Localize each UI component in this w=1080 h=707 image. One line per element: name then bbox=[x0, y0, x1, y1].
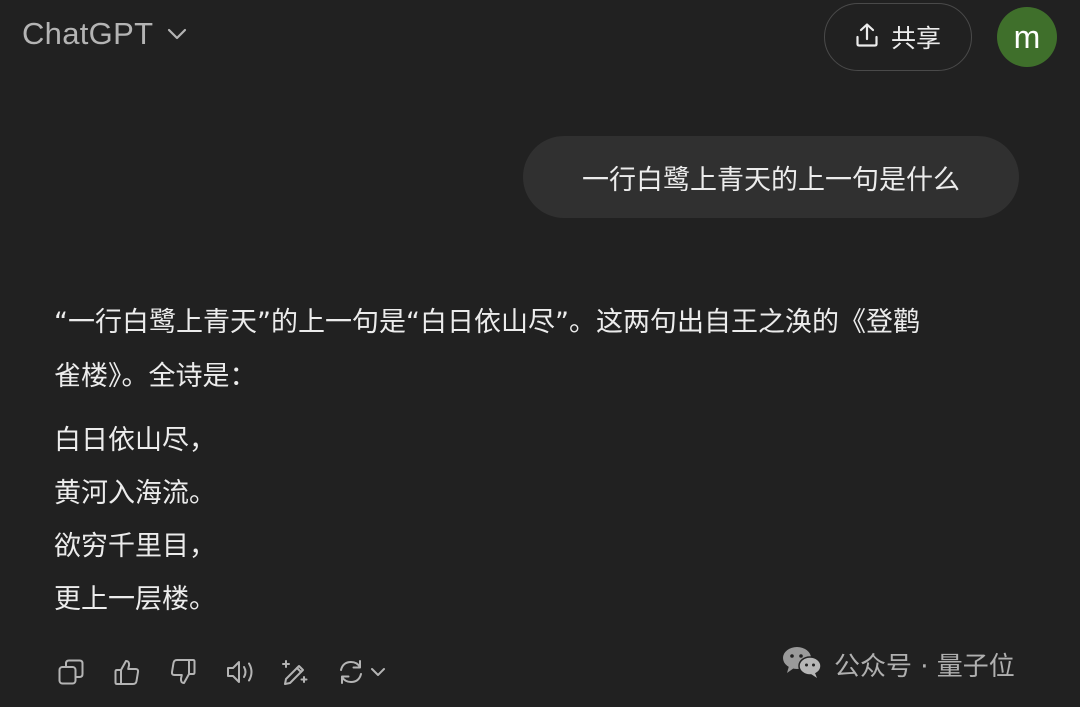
regenerate-icon bbox=[340, 660, 362, 684]
share-button[interactable]: 共享 bbox=[824, 3, 972, 71]
watermark: 公众号 · 量子位 bbox=[780, 644, 1015, 684]
poem-line: 欲穷千里目， bbox=[54, 531, 216, 562]
poem-line: 黄河入海流。 bbox=[54, 478, 216, 509]
thumbs-up-button[interactable] bbox=[112, 652, 168, 692]
model-switcher[interactable]: ChatGPT bbox=[22, 16, 187, 52]
chevron-down-icon bbox=[167, 28, 187, 40]
chevron-down-icon bbox=[371, 668, 385, 676]
poem-line: 白日依山尽， bbox=[54, 425, 216, 456]
share-label: 共享 bbox=[890, 24, 941, 53]
chat-page: ChatGPT 共享 m 一行白鹭上青天的上一句是什么 “一行白鹭上青天”的上一… bbox=[0, 0, 1080, 707]
edit-sparkle-icon bbox=[282, 660, 308, 685]
thumbs-up-icon bbox=[114, 660, 140, 685]
wechat-icon bbox=[780, 644, 824, 684]
thumbs-down-icon bbox=[170, 659, 196, 684]
watermark-text: 公众号 · 量子位 bbox=[834, 651, 1015, 682]
assistant-intro: “一行白鹭上青天”的上一句是“白日依山尽”。这两句出自王之涣的《登鹳 雀楼》。全… bbox=[54, 296, 1024, 404]
poem: 白日依山尽， 黄河入海流。 欲穷千里目， 更上一层楼。 bbox=[54, 414, 1024, 626]
assistant-intro-line1: “一行白鹭上青天”的上一句是“白日依山尽”。这两句出自王之涣的《登鹳 bbox=[54, 307, 920, 338]
model-name: ChatGPT bbox=[22, 16, 154, 51]
share-icon bbox=[855, 22, 879, 52]
read-aloud-button[interactable] bbox=[224, 652, 280, 692]
edit-sparkle-button[interactable] bbox=[280, 652, 336, 692]
assistant-intro-line2: 雀楼》。全诗是： bbox=[54, 361, 257, 392]
read-aloud-icon bbox=[227, 661, 253, 683]
copy-icon bbox=[58, 659, 84, 685]
user-message-bubble: 一行白鹭上青天的上一句是什么 bbox=[523, 136, 1019, 218]
message-actions bbox=[56, 652, 406, 692]
poem-line: 更上一层楼。 bbox=[54, 584, 216, 615]
copy-button[interactable] bbox=[56, 652, 112, 692]
avatar[interactable]: m bbox=[997, 7, 1057, 67]
regenerate-button[interactable] bbox=[336, 652, 406, 692]
assistant-message: “一行白鹭上青天”的上一句是“白日依山尽”。这两句出自王之涣的《登鹳 雀楼》。全… bbox=[54, 296, 1024, 626]
user-message-text: 一行白鹭上青天的上一句是什么 bbox=[582, 164, 960, 196]
thumbs-down-button[interactable] bbox=[168, 652, 224, 692]
